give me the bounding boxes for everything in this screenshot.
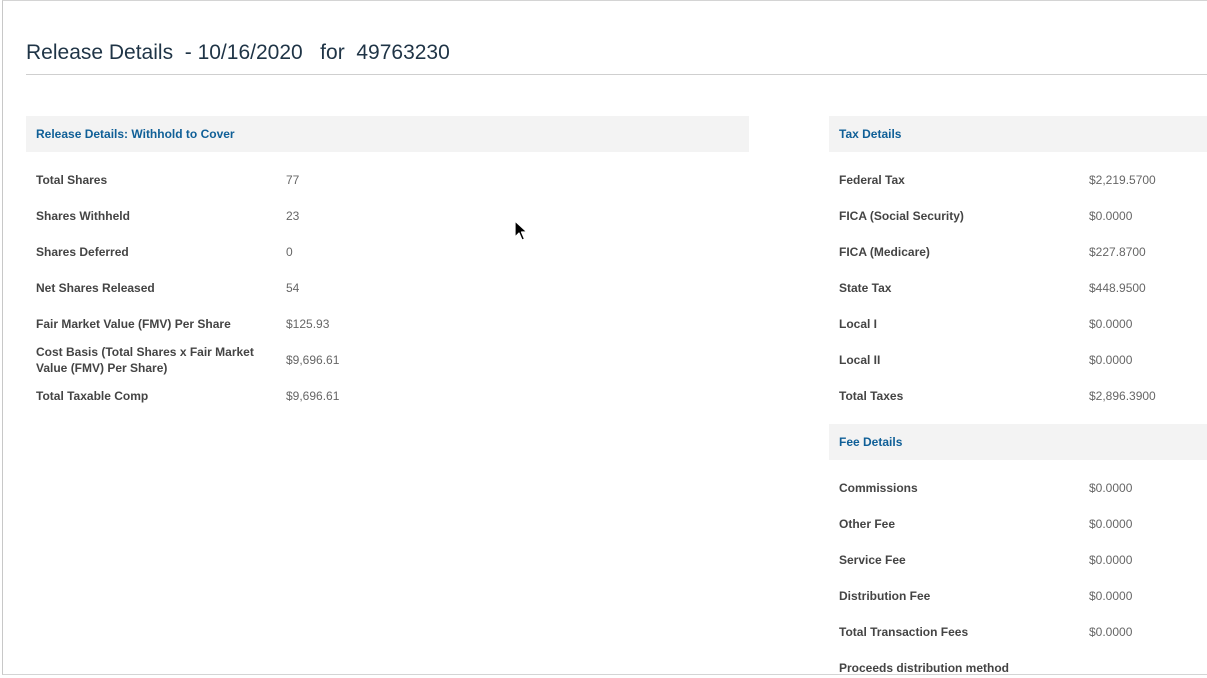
detail-label: Total Transaction Fees	[839, 625, 969, 639]
detail-value: $0.0000	[1089, 353, 1133, 367]
fee-details-panel: Fee Details Commissions $0.0000 Other Fe…	[829, 424, 1207, 675]
detail-value: $0.0000	[1089, 553, 1133, 567]
detail-label: State Tax	[839, 281, 892, 295]
detail-label: Service Fee	[839, 553, 906, 567]
detail-label: Shares Withheld	[36, 209, 130, 223]
tax-row-local-1: Local I $0.0000	[829, 306, 1207, 342]
detail-value: $448.9500	[1089, 281, 1146, 295]
detail-label: FICA (Social Security)	[839, 209, 964, 223]
detail-label: Local I	[839, 317, 878, 331]
tax-details-panel: Tax Details Federal Tax $2,219.5700 FICA…	[829, 116, 1207, 414]
detail-row-cost-basis: Cost Basis (Total Shares x Fair Market V…	[26, 342, 749, 378]
detail-row-shares-deferred: Shares Deferred 0	[26, 234, 749, 270]
detail-value: 77	[286, 173, 300, 187]
detail-value: $0.0000	[1089, 625, 1133, 639]
detail-value: $2,219.5700	[1089, 173, 1156, 187]
detail-value: 0	[286, 245, 293, 259]
detail-label: Federal Tax	[839, 173, 905, 187]
title-divider	[26, 74, 1207, 75]
detail-row-total-taxable-comp: Total Taxable Comp $9,696.61	[26, 378, 749, 414]
detail-value: $0.0000	[1089, 481, 1133, 495]
detail-value: $0.0000	[1089, 589, 1133, 603]
detail-label: Shares Deferred	[36, 245, 129, 259]
tax-row-federal: Federal Tax $2,219.5700	[829, 162, 1207, 198]
detail-label: Proceeds distribution method	[839, 661, 1010, 675]
detail-value: 54	[286, 281, 300, 295]
detail-value: $9,696.61	[286, 353, 340, 367]
tax-row-fica-ss: FICA (Social Security) $0.0000	[829, 198, 1207, 234]
mouse-pointer-icon	[514, 220, 528, 241]
fee-row-other: Other Fee $0.0000	[829, 506, 1207, 542]
fee-row-commissions: Commissions $0.0000	[829, 470, 1207, 506]
detail-label: Commissions	[839, 481, 918, 495]
detail-row-fmv-per-share: Fair Market Value (FMV) Per Share $125.9…	[26, 306, 749, 342]
detail-value: $227.8700	[1089, 245, 1146, 259]
detail-row-shares-withheld: Shares Withheld 23	[26, 198, 749, 234]
fee-row-total: Total Transaction Fees $0.0000	[829, 614, 1207, 650]
detail-label: Distribution Fee	[839, 589, 931, 603]
page-title: Release Details - 10/16/2020 for 4976323…	[26, 41, 450, 64]
release-details-header: Release Details: Withhold to Cover	[26, 116, 749, 152]
tax-row-state: State Tax $448.9500	[829, 270, 1207, 306]
fee-details-header: Fee Details	[829, 424, 1207, 460]
detail-row-net-shares-released: Net Shares Released 54	[26, 270, 749, 306]
tax-row-local-2: Local II $0.0000	[829, 342, 1207, 378]
detail-value: $0.0000	[1089, 209, 1133, 223]
detail-label: Total Taxable Comp	[36, 389, 149, 403]
tax-row-total: Total Taxes $2,896.3900	[829, 378, 1207, 414]
detail-value: 23	[286, 209, 300, 223]
page-frame: Release Details - 10/16/2020 for 4976323…	[2, 0, 1207, 675]
tax-row-fica-medicare: FICA (Medicare) $227.8700	[829, 234, 1207, 270]
detail-value: $9,696.61	[286, 389, 340, 403]
detail-label: Total Taxes	[839, 389, 904, 403]
detail-label: Cost Basis (Total Shares x Fair Market V…	[36, 345, 254, 375]
detail-label: Local II	[839, 353, 881, 367]
detail-value: $2,896.3900	[1089, 389, 1156, 403]
release-details-panel: Release Details: Withhold to Cover Total…	[26, 116, 749, 414]
detail-label: Fair Market Value (FMV) Per Share	[36, 317, 231, 331]
detail-label: Other Fee	[839, 517, 896, 531]
detail-value: $125.93	[286, 317, 330, 331]
detail-label: Net Shares Released	[36, 281, 155, 295]
fee-row-service: Service Fee $0.0000	[829, 542, 1207, 578]
detail-label: Total Shares	[36, 173, 108, 187]
fee-row-proceeds-method: Proceeds distribution method	[829, 650, 1207, 675]
fee-row-distribution: Distribution Fee $0.0000	[829, 578, 1207, 614]
detail-value: $0.0000	[1089, 317, 1133, 331]
detail-row-total-shares: Total Shares 77	[26, 162, 749, 198]
detail-label: FICA (Medicare)	[839, 245, 930, 259]
tax-details-header: Tax Details	[829, 116, 1207, 152]
detail-value: $0.0000	[1089, 517, 1133, 531]
